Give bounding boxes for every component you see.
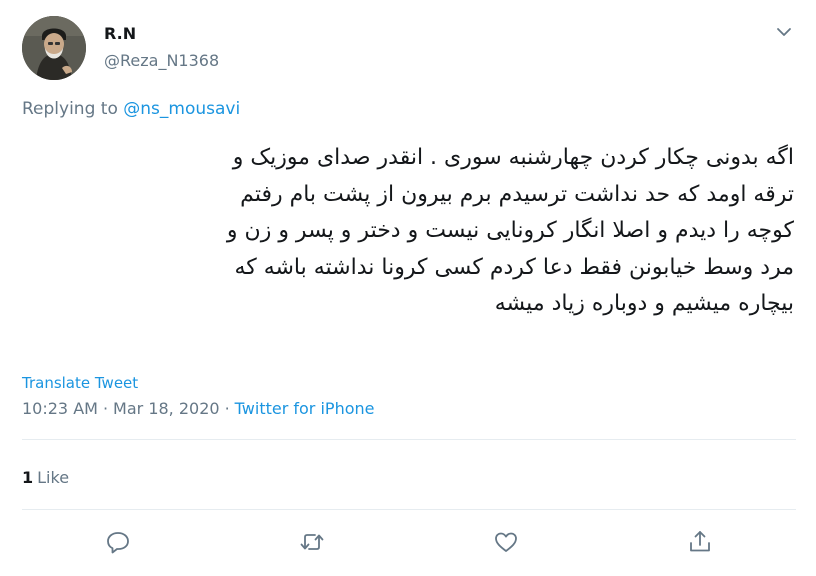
likes-count: 1 [22,468,34,487]
tweet-line: کوچه را دیدم و اصلا انگار کرونایی نیست و… [226,218,794,243]
tweet-text: اگه بدونی چکار کردن چهارشنبه سوری . انقد… [14,140,794,323]
display-name[interactable]: R.N [104,24,136,43]
likes-label: Like [37,468,70,487]
tweet-line: مرد وسط خیابونن فقط دعا کردم کسی کرونا ن… [234,254,794,280]
avatar[interactable] [22,16,86,80]
likes-stat[interactable]: 1 Like [22,468,69,487]
tweet-line: بیچاره میشیم و دوباره زیاد میشه [494,291,794,316]
divider [22,439,796,440]
retweet-icon[interactable] [298,528,326,556]
tweet-line: ترقه اومد که حد نداشت ترسیدم برم بیرون ا… [240,181,794,207]
divider [22,509,796,510]
tweet-date[interactable]: Mar 18, 2020 [113,399,220,418]
meta-separator: · [224,399,230,418]
user-handle[interactable]: @Reza_N1368 [104,51,219,70]
tweet-time[interactable]: 10:23 AM [22,399,98,418]
tweet-source-link[interactable]: Twitter for iPhone [235,399,375,418]
share-icon[interactable] [686,528,714,556]
replying-to-label: Replying to [22,99,124,119]
tweet-line: اگه بدونی چکار کردن چهارشنبه سوری . انقد… [232,145,794,170]
reply-icon[interactable] [104,528,132,556]
replying-to: Replying to @ns_mousavi [22,99,240,119]
reply-mention-link[interactable]: @ns_mousavi [123,99,240,119]
chevron-down-icon[interactable] [774,22,794,42]
tweet-metadata: 10:23 AM · Mar 18, 2020 · Twitter for iPhone [22,399,374,418]
like-icon[interactable] [492,528,520,556]
meta-separator: · [102,399,109,418]
translate-tweet-link[interactable]: Translate Tweet [22,374,138,392]
